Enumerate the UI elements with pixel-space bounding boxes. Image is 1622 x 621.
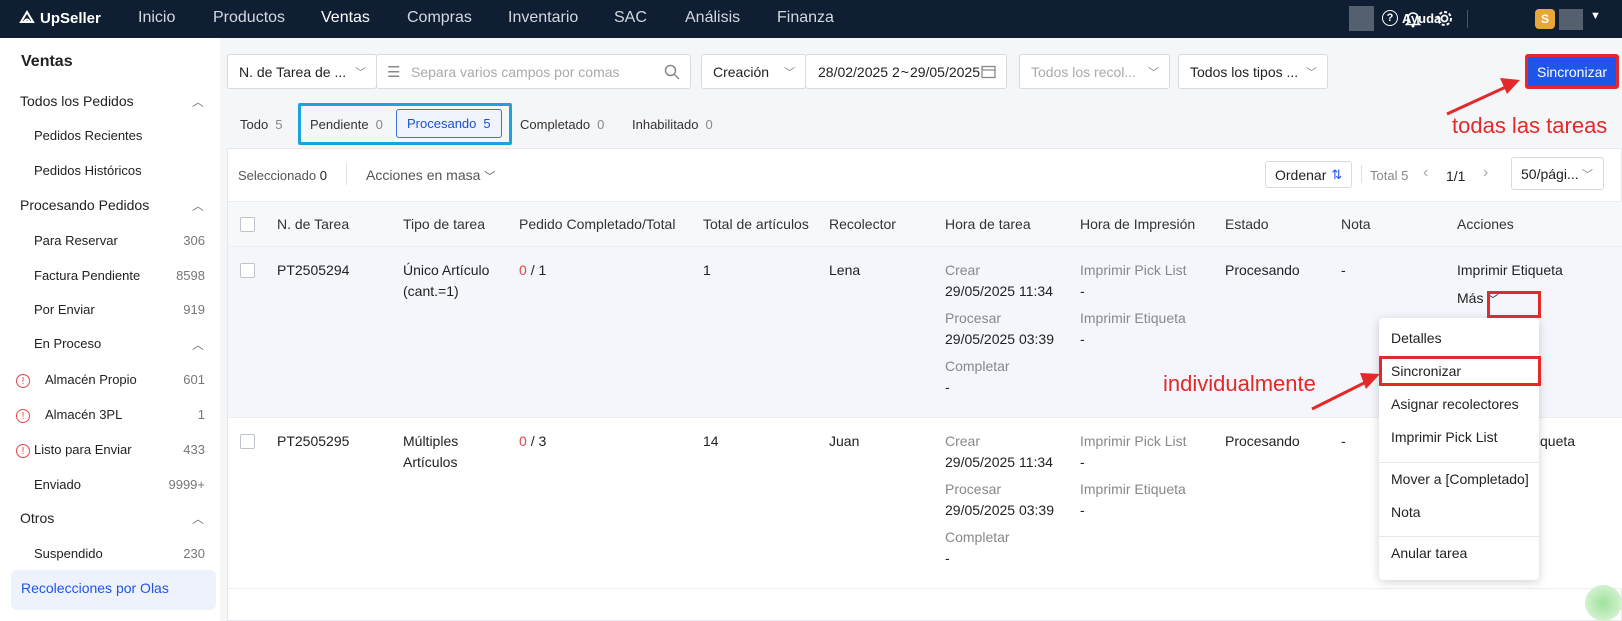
annotation-individual: individualmente: [1163, 371, 1316, 396]
annotation-arrows: [1311, 78, 1520, 411]
annotation-all-tasks: todas las tareas: [1452, 113, 1608, 138]
floating-widget[interactable]: [1585, 585, 1622, 621]
